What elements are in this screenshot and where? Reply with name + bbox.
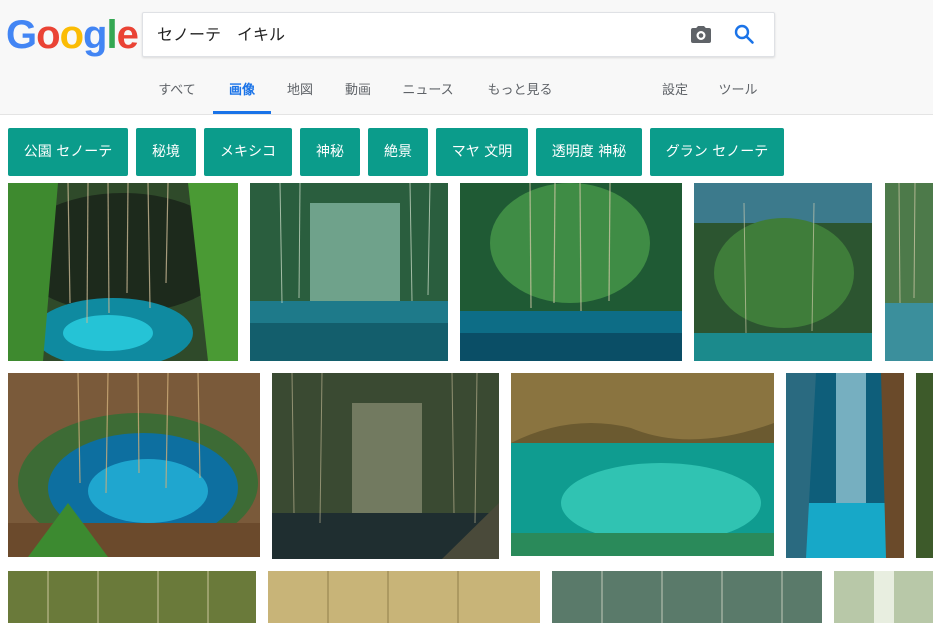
image-result[interactable] bbox=[8, 373, 260, 557]
image-result[interactable] bbox=[916, 373, 933, 558]
logo-letter: g bbox=[83, 13, 107, 57]
tab-settings[interactable]: 設定 bbox=[659, 68, 691, 114]
related-chip[interactable]: マヤ 文明 bbox=[436, 128, 528, 176]
tab-news[interactable]: ニュース bbox=[401, 68, 455, 114]
image-result[interactable] bbox=[8, 183, 238, 361]
image-result[interactable] bbox=[511, 373, 774, 556]
search-input[interactable] bbox=[157, 13, 657, 56]
logo-letter: l bbox=[106, 13, 117, 57]
related-chip[interactable]: 神秘 bbox=[300, 128, 360, 176]
image-result[interactable] bbox=[834, 571, 933, 623]
related-chip[interactable]: 秘境 bbox=[136, 128, 196, 176]
tab-maps[interactable]: 地図 bbox=[284, 68, 316, 114]
tab-more[interactable]: もっと見る bbox=[485, 68, 555, 114]
logo-letter: o bbox=[59, 13, 84, 57]
google-logo[interactable]: Google bbox=[6, 12, 139, 58]
image-result[interactable] bbox=[8, 571, 256, 623]
image-result[interactable] bbox=[268, 571, 540, 623]
image-result[interactable] bbox=[460, 183, 682, 361]
search-icon[interactable] bbox=[732, 22, 756, 46]
tab-all[interactable]: すべて bbox=[155, 68, 199, 114]
tab-images[interactable]: 画像 bbox=[213, 68, 271, 114]
related-chip[interactable]: 透明度 神秘 bbox=[536, 128, 642, 176]
image-result[interactable] bbox=[786, 373, 904, 558]
tab-tools[interactable]: ツール bbox=[716, 68, 760, 114]
image-result[interactable] bbox=[694, 183, 872, 361]
top-bar: Google すべて 画像 地図 動画 ニュース もっと見る 設定 ツール bbox=[0, 0, 933, 115]
related-chip[interactable]: 絶景 bbox=[368, 128, 428, 176]
image-result[interactable] bbox=[272, 373, 499, 559]
related-chip[interactable]: グラン セノーテ bbox=[650, 128, 784, 176]
related-chip[interactable]: メキシコ bbox=[204, 128, 292, 176]
logo-letter: e bbox=[116, 13, 139, 57]
search-box bbox=[142, 12, 775, 57]
logo-letter: o bbox=[36, 13, 60, 57]
camera-icon[interactable] bbox=[689, 23, 713, 47]
tab-videos[interactable]: 動画 bbox=[342, 68, 374, 114]
image-result[interactable] bbox=[885, 183, 933, 361]
related-chip[interactable]: 公園 セノーテ bbox=[8, 128, 128, 176]
image-result[interactable] bbox=[250, 183, 448, 361]
logo-letter: G bbox=[6, 13, 37, 57]
image-result[interactable] bbox=[552, 571, 822, 623]
search-tabs: すべて 画像 地図 動画 ニュース もっと見る 設定 ツール bbox=[0, 68, 933, 114]
